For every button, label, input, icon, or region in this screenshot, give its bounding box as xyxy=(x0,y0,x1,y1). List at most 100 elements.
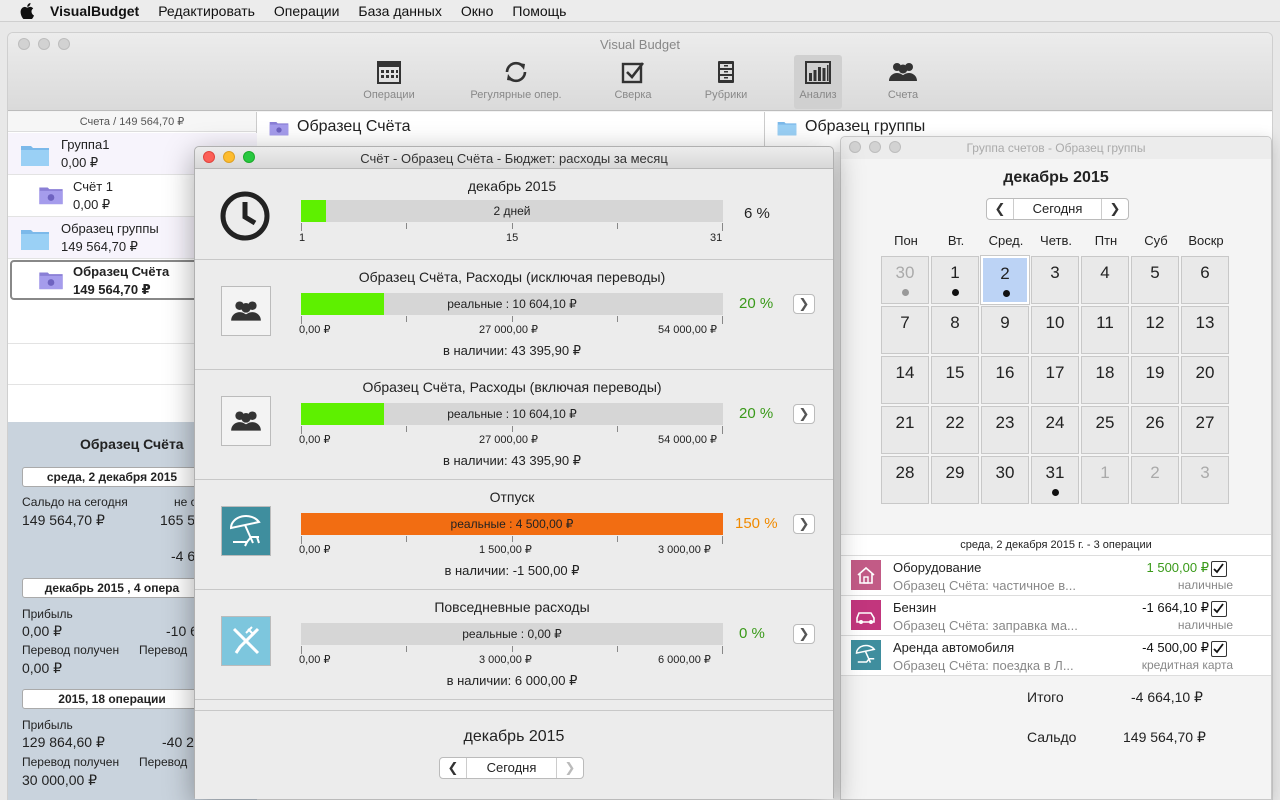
calendar-day[interactable]: 1 xyxy=(1081,456,1129,504)
saldo-value: 149 564,70 ₽ xyxy=(22,512,105,528)
people-icon xyxy=(221,286,271,336)
budget-detail-button[interactable]: ❯ xyxy=(793,294,815,314)
refresh-icon xyxy=(505,61,527,83)
toolbar-categories-button[interactable]: Рубрики xyxy=(686,55,766,101)
calendar-day[interactable]: 31 xyxy=(1031,456,1079,504)
calendar-day[interactable]: 11 xyxy=(1081,306,1129,354)
calendar-day[interactable]: 1 xyxy=(931,256,979,304)
calendar-day-number: 29 xyxy=(945,463,965,482)
calendar-day[interactable]: 17 xyxy=(1031,356,1079,404)
toolbar-recurring-button[interactable]: Регулярные опер. xyxy=(464,55,568,101)
transaction-description: Образец Счёта: частичное в... xyxy=(893,578,1076,593)
toolbar-analysis-button[interactable]: Анализ xyxy=(794,55,842,109)
calendar-day-number: 21 xyxy=(895,413,915,432)
year-transfer-in-label: Перевод получен xyxy=(22,755,120,769)
budget-footer: декабрь 2015 ❮ Сегодня ❯ xyxy=(195,710,833,799)
budget-titlebar: Счёт - Образец Счёта - Бюджет: расходы з… xyxy=(195,147,833,169)
menu-app-name[interactable]: VisualBudget xyxy=(50,3,139,19)
reconciled-checkbox[interactable] xyxy=(1211,601,1227,617)
fork-knife-icon xyxy=(221,616,271,666)
budget-detail-button[interactable]: ❯ xyxy=(793,514,815,534)
transaction-row[interactable]: Бензин Образец Счёта: заправка ма... -1 … xyxy=(841,596,1271,636)
budget-tick-max: 54 000,00 ₽ xyxy=(658,434,717,446)
ops-header: среда, 2 декабря 2015 г. - 3 операции xyxy=(841,534,1271,556)
calendar-day[interactable]: 6 xyxy=(1181,256,1229,304)
toolbar-reconcile-label: Сверка xyxy=(614,89,652,101)
calendar-day[interactable]: 26 xyxy=(1131,406,1179,454)
calendar-day[interactable]: 21 xyxy=(881,406,929,454)
weekday-header: Воскр xyxy=(1188,233,1224,248)
calendar-day[interactable]: 2 xyxy=(1131,456,1179,504)
calendar-day[interactable]: 18 xyxy=(1081,356,1129,404)
calendar-day[interactable]: 2 xyxy=(980,255,1030,305)
calendar-day[interactable]: 7 xyxy=(881,306,929,354)
clock-icon xyxy=(220,191,270,241)
operation-dot xyxy=(952,289,959,296)
apple-icon[interactable] xyxy=(20,2,34,19)
budget-window: Счёт - Образец Счёта - Бюджет: расходы з… xyxy=(194,146,834,799)
calendar-day[interactable]: 30 xyxy=(981,456,1029,504)
period-percent: 6 % xyxy=(744,205,770,222)
calendar-day[interactable]: 8 xyxy=(931,306,979,354)
menu-help[interactable]: Помощь xyxy=(512,3,566,19)
calendar-day[interactable]: 20 xyxy=(1181,356,1229,404)
budget-available: в наличии: -1 500,00 ₽ xyxy=(444,563,580,578)
budget-detail-button[interactable]: ❯ xyxy=(793,404,815,424)
today-button[interactable]: Сегодня xyxy=(1013,199,1102,219)
calendar-day-number: 16 xyxy=(995,363,1015,382)
calendar-day[interactable]: 30 xyxy=(881,256,929,304)
calendar-day[interactable]: 3 xyxy=(1181,456,1229,504)
prev-month-button[interactable]: ❮ xyxy=(987,201,1013,217)
calendar-day[interactable]: 14 xyxy=(881,356,929,404)
calendar-day-number: 31 xyxy=(1045,463,1065,482)
budget-percent: 20 % xyxy=(739,405,774,422)
calendar-day[interactable]: 15 xyxy=(931,356,979,404)
profit-label: Прибыль xyxy=(22,607,73,621)
calendar-day[interactable]: 27 xyxy=(1181,406,1229,454)
menu-edit[interactable]: Редактировать xyxy=(158,3,255,19)
calendar-day[interactable]: 5 xyxy=(1131,256,1179,304)
calendar-day[interactable]: 4 xyxy=(1081,256,1129,304)
transaction-name: Бензин xyxy=(893,600,937,615)
year-box: 2015, 18 операции xyxy=(22,689,202,709)
transaction-row[interactable]: Аренда автомобиля Образец Счёта: поездка… xyxy=(841,636,1271,676)
calendar-day[interactable]: 16 xyxy=(981,356,1029,404)
today-button[interactable]: Сегодня xyxy=(466,758,557,778)
calendar-day[interactable]: 10 xyxy=(1031,306,1079,354)
toolbar-reconcile-button[interactable]: Сверка xyxy=(593,55,673,101)
calendar-day[interactable]: 3 xyxy=(1031,256,1079,304)
menu-window[interactable]: Окно xyxy=(461,3,494,19)
next-month-button[interactable]: ❯ xyxy=(1102,201,1128,217)
menu-database[interactable]: База данных xyxy=(358,3,441,19)
budget-percent: 20 % xyxy=(739,295,774,312)
period-tick-mid: 15 xyxy=(506,232,519,244)
budget-detail-button[interactable]: ❯ xyxy=(793,624,815,644)
operation-dot xyxy=(1052,489,1059,496)
budget-tick-min: 0,00 ₽ xyxy=(299,434,331,446)
reconciled-checkbox[interactable] xyxy=(1211,641,1227,657)
menu-operations[interactable]: Операции xyxy=(274,3,340,19)
calendar-day[interactable]: 12 xyxy=(1131,306,1179,354)
calendar-day[interactable]: 22 xyxy=(931,406,979,454)
calendar-day[interactable]: 29 xyxy=(931,456,979,504)
transaction-row[interactable]: Оборудование Образец Счёта: частичное в.… xyxy=(841,556,1271,596)
budget-title: Образец Счёта, Расходы (включая переводы… xyxy=(362,379,662,395)
info-date-box: среда, 2 декабря 2015 xyxy=(22,467,202,487)
next-month-button[interactable]: ❯ xyxy=(557,760,583,776)
transfer-in-label: Перевод получен xyxy=(22,643,120,657)
calendar-day[interactable]: 25 xyxy=(1081,406,1129,454)
calendar-day[interactable]: 9 xyxy=(981,306,1029,354)
prev-month-button[interactable]: ❮ xyxy=(440,760,466,776)
toolbar-operations-button[interactable]: Операции xyxy=(349,55,429,101)
calendar-day[interactable]: 13 xyxy=(1181,306,1229,354)
sidebar-item-label: Образец группы xyxy=(61,221,159,236)
calendar-day[interactable]: 28 xyxy=(881,456,929,504)
reconciled-checkbox[interactable] xyxy=(1211,561,1227,577)
calendar-day[interactable]: 19 xyxy=(1131,356,1179,404)
calendar-day[interactable]: 23 xyxy=(981,406,1029,454)
toolbar-accounts-button[interactable]: Счета xyxy=(863,55,943,101)
calendar-day[interactable]: 24 xyxy=(1031,406,1079,454)
right-value-2: -4 6 xyxy=(171,548,196,564)
menu-bar: VisualBudget Редактировать Операции База… xyxy=(0,0,1280,22)
sidebar-item-amount: 0,00 ₽ xyxy=(61,155,99,170)
